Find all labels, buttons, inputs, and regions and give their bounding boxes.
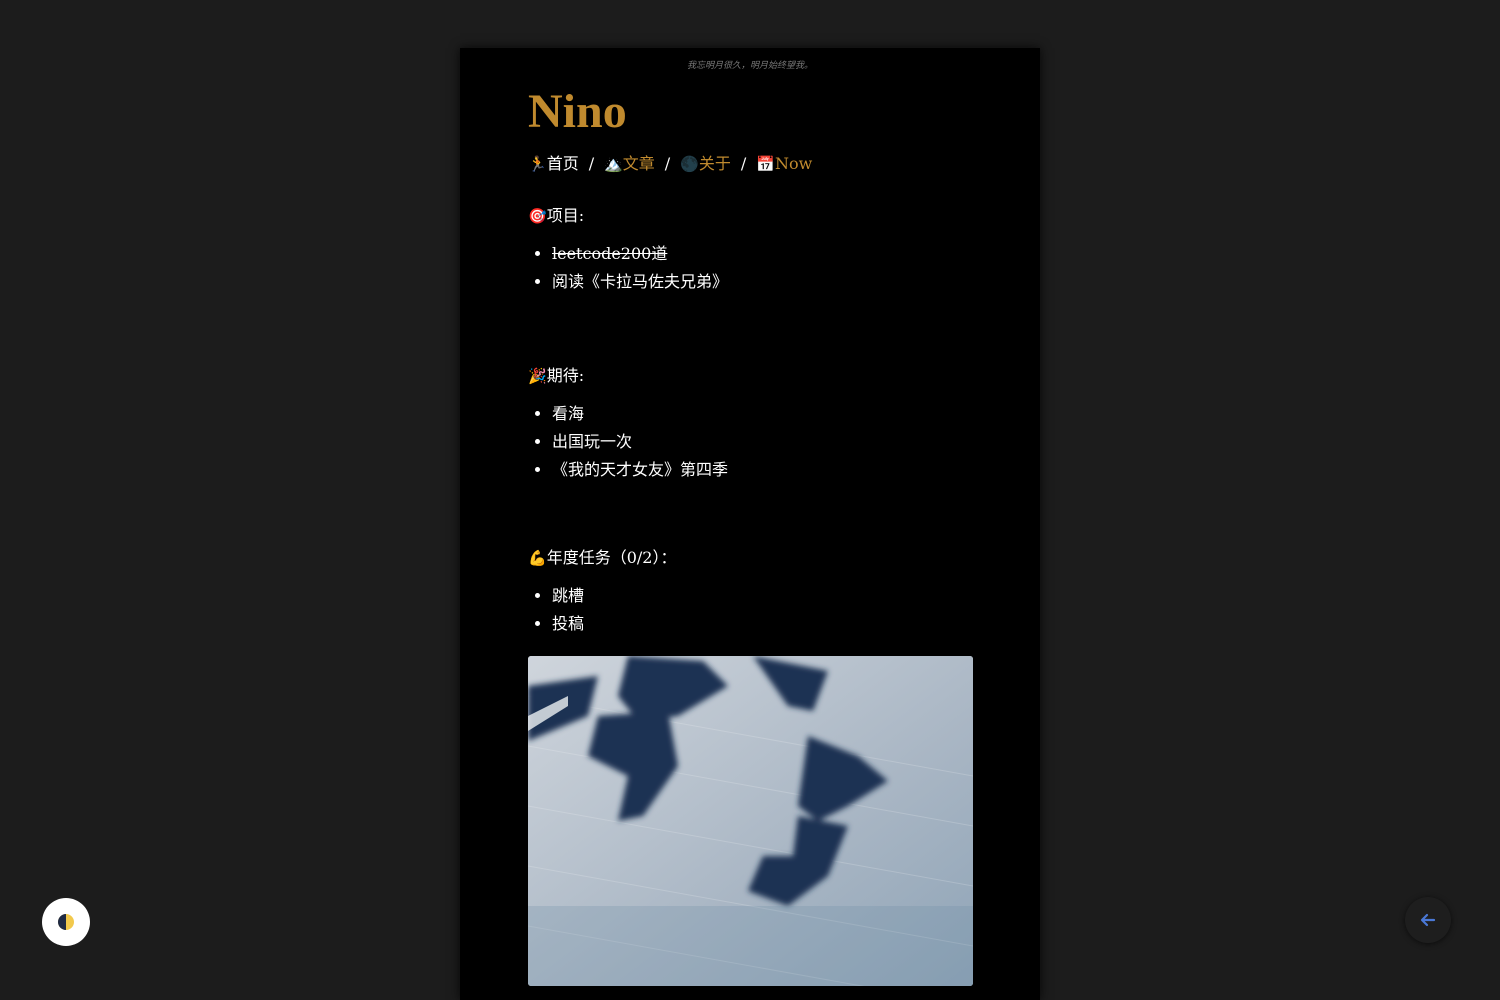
section-annual-tasks: 💪年度任务（0/2）： 跳槽 投稿 <box>528 546 973 638</box>
nav-separator: / <box>740 154 747 173</box>
section-heading: 💪年度任务（0/2）： <box>528 546 973 570</box>
page-card: 我忘明月很久，明月始终望我。 Nino 🏃首页 / 🏔️文章 / 🌑关于 / 📅Now 🎯项… <box>460 48 1040 1000</box>
party-icon: 🎉 <box>528 367 547 385</box>
list-item: 跳槽 <box>552 582 973 610</box>
half-moon-icon <box>58 914 74 930</box>
calendar-icon: 📅 <box>756 155 775 173</box>
flexed-arm-icon: 💪 <box>528 549 547 567</box>
back-button[interactable] <box>1405 897 1451 943</box>
main-content: Nino 🏃首页 / 🏔️文章 / 🌑关于 / 📅Now 🎯项目: leetcode200道… <box>528 84 973 986</box>
list-item: 阅读《卡拉马佐夫兄弟》 <box>552 268 973 296</box>
site-title[interactable]: Nino <box>528 84 973 140</box>
nav-separator: / <box>588 154 595 173</box>
nav-separator: / <box>664 154 671 173</box>
mountain-icon: 🏔️ <box>604 155 623 173</box>
nav-now-label: Now <box>774 154 813 173</box>
section-projects: 🎯项目: leetcode200道 阅读《卡拉马佐夫兄弟》 <box>528 204 973 296</box>
nav-about-label: 关于 <box>698 154 731 173</box>
list-item: 《我的天才女友》第四季 <box>552 456 973 484</box>
arrow-left-icon <box>1420 913 1436 927</box>
section-heading-text: 年度任务（0/2）： <box>546 548 677 567</box>
list-item: 投稿 <box>552 610 973 638</box>
section-heading-text: 项目: <box>546 206 585 225</box>
tagline: 我忘明月很久，明月始终望我。 <box>686 61 813 71</box>
list-item: 出国玩一次 <box>552 428 973 456</box>
main-nav: 🏃首页 / 🏔️文章 / 🌑关于 / 📅Now <box>528 152 973 176</box>
moon-icon: 🌑 <box>680 155 699 173</box>
nav-now[interactable]: 📅Now <box>756 154 812 173</box>
list-item: leetcode200道 <box>552 240 973 268</box>
section-expectations: 🎉期待: 看海 出国玩一次 《我的天才女友》第四季 <box>528 364 973 484</box>
nav-articles[interactable]: 🏔️文章 <box>604 154 655 173</box>
photo-image <box>528 656 973 986</box>
theme-toggle-button[interactable] <box>42 898 90 946</box>
nav-home-label: 首页 <box>546 154 579 173</box>
nav-home[interactable]: 🏃首页 <box>528 154 579 173</box>
expectation-list: 看海 出国玩一次 《我的天才女友》第四季 <box>528 400 973 484</box>
project-list: leetcode200道 阅读《卡拉马佐夫兄弟》 <box>528 240 973 296</box>
section-heading: 🎯项目: <box>528 204 973 228</box>
list-item: 看海 <box>552 400 973 428</box>
nav-articles-label: 文章 <box>622 154 655 173</box>
task-list: 跳槽 投稿 <box>528 582 973 638</box>
runner-icon: 🏃 <box>528 155 547 173</box>
section-heading-text: 期待: <box>546 366 585 385</box>
target-icon: 🎯 <box>528 207 547 225</box>
section-heading: 🎉期待: <box>528 364 973 388</box>
post-photo <box>528 656 973 986</box>
nav-about[interactable]: 🌑关于 <box>680 154 731 173</box>
